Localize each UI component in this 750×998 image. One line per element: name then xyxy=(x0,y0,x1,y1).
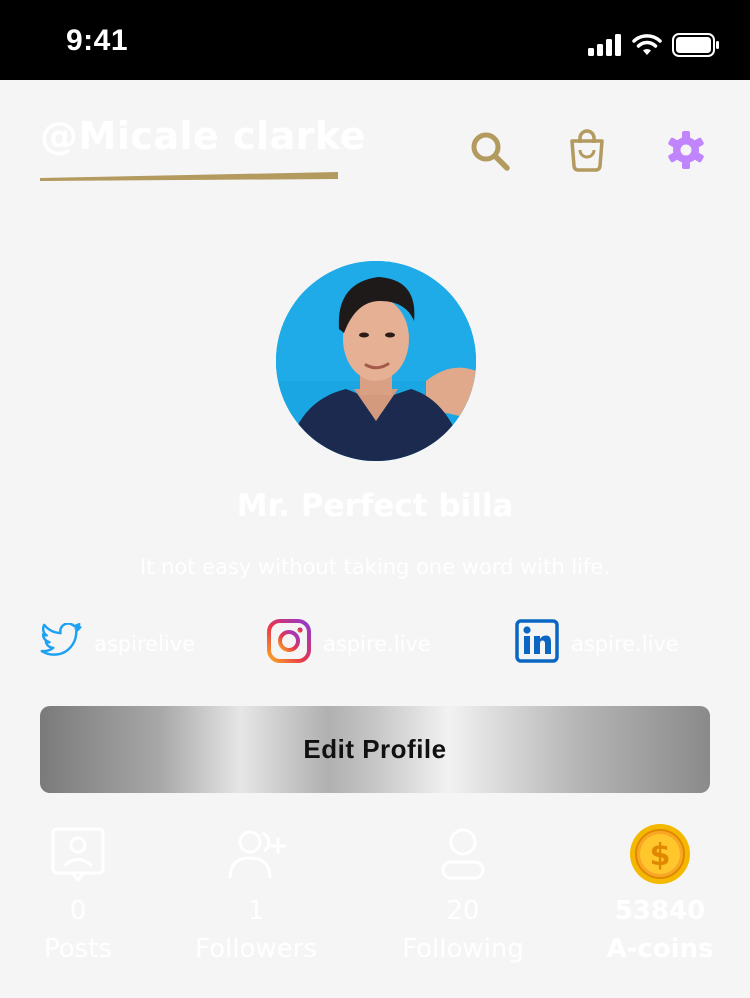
followers-label: Followers xyxy=(195,934,317,964)
instagram-icon xyxy=(267,619,311,663)
search-icon[interactable] xyxy=(470,131,510,171)
following-label: Following xyxy=(402,934,524,964)
social-link-instagram[interactable]: aspire.live xyxy=(267,618,431,664)
edit-profile-label: Edit Profile xyxy=(303,734,447,764)
avatar-photo xyxy=(276,261,476,461)
display-name: Mr. Perfect billa xyxy=(236,488,514,524)
svg-text:$: $ xyxy=(650,838,671,873)
coin-icon: $ xyxy=(630,824,690,884)
profile-handle: @Micale clarke xyxy=(40,114,366,158)
social-link-twitter[interactable]: aspirelive xyxy=(40,618,195,664)
social-link-linkedin[interactable]: aspire.live xyxy=(515,618,679,664)
stat-followers[interactable]: 1 Followers xyxy=(156,822,356,964)
shopping-bag-icon[interactable] xyxy=(567,128,607,172)
add-user-icon xyxy=(228,830,286,879)
profile-bio: It not easy without taking one word with… xyxy=(140,555,610,579)
status-time: 9:41 xyxy=(66,24,129,57)
twitter-handle: aspirelive xyxy=(94,632,196,656)
status-bar: 9:41 xyxy=(0,0,750,80)
status-icons xyxy=(588,33,720,57)
stat-a-coins[interactable]: $ 53840 A-coins xyxy=(560,822,750,964)
profile-avatar[interactable] xyxy=(276,261,476,461)
gear-icon[interactable] xyxy=(666,130,706,170)
instagram-handle: aspire.live xyxy=(323,632,431,656)
wifi-icon xyxy=(632,34,662,55)
edit-profile-button[interactable]: Edit Profile xyxy=(40,706,710,793)
battery-icon xyxy=(672,33,719,57)
user-icon xyxy=(441,828,485,880)
posts-icon xyxy=(51,827,105,883)
followers-count: 1 xyxy=(247,896,265,926)
a-coins-count: 53840 xyxy=(614,896,706,926)
handle-underline xyxy=(40,172,338,181)
twitter-icon xyxy=(40,623,82,656)
a-coins-label: A-coins xyxy=(606,934,714,964)
linkedin-icon xyxy=(515,619,559,663)
stat-following[interactable]: 20 Following xyxy=(363,822,563,964)
posts-count: 0 xyxy=(69,896,87,926)
stat-posts[interactable]: 0 Posts xyxy=(0,822,178,964)
cellular-signal-icon xyxy=(588,34,621,56)
posts-label: Posts xyxy=(44,934,112,964)
linkedin-handle: aspire.live xyxy=(571,632,679,656)
following-count: 20 xyxy=(446,896,480,926)
